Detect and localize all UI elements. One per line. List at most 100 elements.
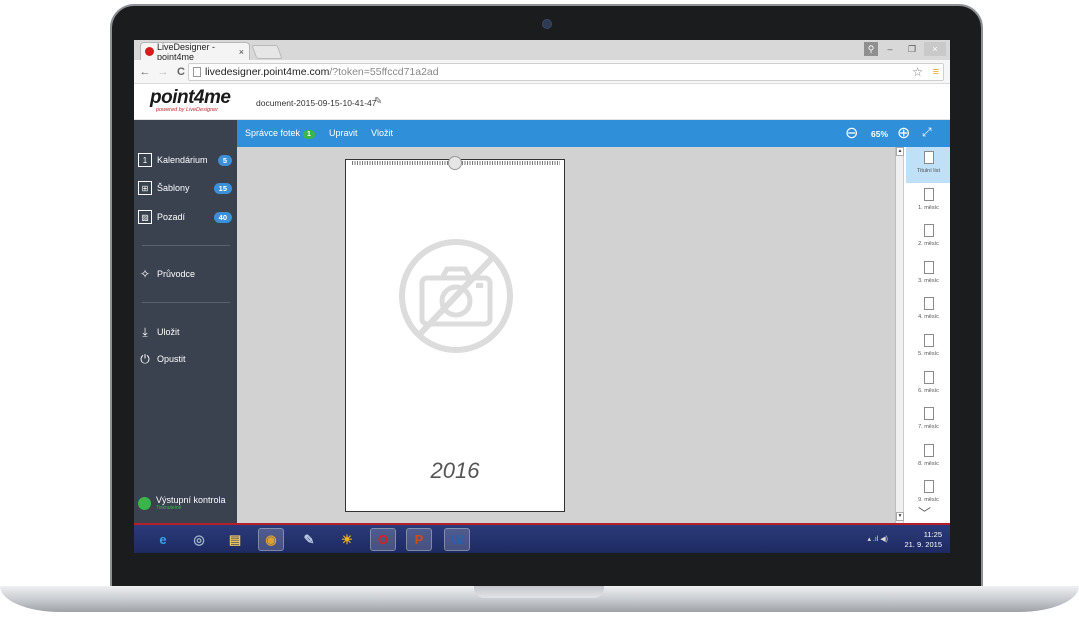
- zoom-in-icon[interactable]: ⊕: [897, 123, 910, 143]
- url-path: /?token=55ffccd71a2ad: [329, 66, 439, 78]
- user-icon[interactable]: ⚲: [864, 42, 878, 56]
- thumbnail-month-2[interactable]: 2. měsíc: [906, 220, 950, 256]
- taskbar: e ◎ ▤ ◉ ✎ ☀ O P W ▴ .ıl ◀) 11:25 21. 9. …: [134, 523, 950, 553]
- thumbnail-label: Titulní list: [916, 168, 941, 174]
- chrome-icon[interactable]: ◉: [258, 528, 284, 551]
- edit-menu-button[interactable]: Upravit: [329, 128, 358, 138]
- thumbnail-month-6[interactable]: 6. měsíc: [906, 367, 950, 403]
- thumbnail-label: 8. měsíc: [918, 461, 939, 467]
- page-icon: [923, 188, 934, 201]
- clock[interactable]: 11:25 21. 9. 2015: [904, 530, 942, 550]
- sidebar: 1 Kalendárium 5 ⊞ Šablony 15 ▨ Pozadí 40…: [134, 120, 237, 523]
- thumbnail-label: 5. měsíc: [918, 351, 939, 357]
- page-icon: [923, 371, 934, 384]
- hanger-icon: [448, 156, 462, 170]
- address-bar[interactable]: livedesigner.point4me.com /?token=55ffcc…: [188, 63, 944, 81]
- bookmark-star-icon[interactable]: ☆: [912, 65, 923, 79]
- sidebar-divider: [142, 302, 230, 303]
- paint-icon[interactable]: ✎: [296, 528, 322, 551]
- page-icon: [193, 67, 201, 77]
- browser-toolbar: ← → C livedesigner.point4me.com /?token=…: [134, 60, 950, 84]
- thumbnail-label: 7. měsíc: [918, 424, 939, 430]
- calendar-year[interactable]: 2016: [346, 458, 564, 484]
- scroll-up-icon[interactable]: ▲: [896, 147, 904, 156]
- document-name[interactable]: document-2015-09-15-10-41-47: [256, 98, 377, 108]
- page-icon: [923, 151, 934, 164]
- thumbnail-month-5[interactable]: 5. měsíc: [906, 330, 950, 366]
- system-tray-icons[interactable]: ▴ .ıl ◀): [867, 535, 888, 543]
- thumbnail-month-4[interactable]: 4. měsíc: [906, 293, 950, 329]
- sidebar-item-sablony[interactable]: ⊞ Šablony 15: [138, 179, 234, 197]
- browser-tabstrip: LiveDesigner - point4me × ⚲ – ❐ ×: [134, 40, 950, 62]
- back-button[interactable]: ←: [138, 66, 152, 78]
- insert-menu-button[interactable]: Vložit: [371, 128, 393, 138]
- webcam-icon: [543, 20, 551, 28]
- sidebar-item-label: Kalendárium: [157, 155, 208, 165]
- thumbnail-label: 3. měsíc: [918, 278, 939, 284]
- disk-icon[interactable]: ◎: [186, 528, 212, 551]
- thumbnail-month-7[interactable]: 7. měsíc: [906, 403, 950, 439]
- close-window-button[interactable]: ×: [924, 42, 946, 56]
- browser-menu-icon[interactable]: ≡: [933, 66, 939, 78]
- opera-icon[interactable]: O: [370, 528, 396, 551]
- powerpoint-icon[interactable]: P: [406, 528, 432, 551]
- tab-close-icon[interactable]: ×: [239, 47, 244, 57]
- calendar-icon: 1: [138, 153, 152, 167]
- chevron-down-icon[interactable]: ﹀: [918, 503, 931, 522]
- browser-tab[interactable]: LiveDesigner - point4me ×: [140, 42, 250, 62]
- minimize-button[interactable]: –: [880, 42, 900, 56]
- screen: LiveDesigner - point4me × ⚲ – ❐ × ← → C …: [134, 40, 950, 553]
- sidebar-item-pozadi[interactable]: ▨ Pozadí 40: [138, 208, 234, 226]
- zoom-level: 65%: [871, 129, 889, 139]
- no-photo-placeholder-icon[interactable]: [398, 238, 514, 354]
- thumbnail-month-9[interactable]: 9. měsíc: [906, 476, 950, 504]
- logo-subtitle: powered by LiveDesigner: [156, 107, 219, 113]
- page-icon: [923, 224, 934, 237]
- ie-icon[interactable]: e: [150, 528, 176, 551]
- photo-manager-button[interactable]: Správce fotek 1: [245, 128, 315, 139]
- edit-name-icon[interactable]: ✎: [374, 96, 382, 107]
- sidebar-item-opustit[interactable]: ⏻ Opustit: [138, 350, 234, 368]
- thumbnail-label: 2. měsíc: [918, 241, 939, 247]
- folder-icon[interactable]: ▤: [222, 528, 248, 551]
- sidebar-item-label: Pozadí: [157, 212, 186, 222]
- word-icon[interactable]: W: [444, 528, 470, 551]
- scrollbar[interactable]: [896, 147, 904, 523]
- clock-time: 11:25: [923, 530, 942, 539]
- count-badge: 5: [217, 154, 232, 166]
- zoom-out-icon[interactable]: ⊖: [845, 123, 858, 143]
- sidebar-item-ulozit[interactable]: ⤓ Uložit: [138, 323, 234, 341]
- sidebar-item-pruvodce[interactable]: ✧ Průvodce: [138, 265, 234, 283]
- page-icon: [923, 480, 934, 493]
- output-check[interactable]: Výstupní kontrola Tisknutelné: [138, 493, 238, 513]
- reload-button[interactable]: C: [174, 66, 188, 78]
- design-canvas: 2016: [237, 147, 895, 523]
- logo: point4me: [150, 87, 231, 108]
- new-tab-button[interactable]: [251, 45, 283, 59]
- page-icon: [923, 334, 934, 347]
- power-icon: ⏻: [140, 351, 150, 366]
- count-badge: 15: [213, 182, 232, 194]
- thumbnail-month-1[interactable]: 1. měsíc: [906, 184, 950, 220]
- calendar-page[interactable]: 2016: [345, 156, 565, 512]
- clock-date: 21. 9. 2015: [904, 540, 942, 549]
- thumbnail-month-8[interactable]: 8. měsíc: [906, 440, 950, 476]
- wand-icon: ✧: [139, 267, 151, 281]
- laptop-notch: [474, 586, 604, 598]
- editor-toolbar: Správce fotek 1 Upravit Vložit ⊖ 65% ⊕ ⤢: [237, 120, 950, 147]
- thumbnail-label: 4. měsíc: [918, 314, 939, 320]
- output-check-title: Výstupní kontrola: [156, 494, 226, 505]
- thumbnail-title-page[interactable]: Titulní list: [906, 147, 950, 183]
- restore-button[interactable]: ❐: [902, 42, 922, 56]
- output-check-status: Tisknutelné: [156, 504, 182, 511]
- fullscreen-icon[interactable]: ⤢: [922, 125, 932, 140]
- save-icon: ⤓: [142, 324, 148, 339]
- sidebar-item-kalendarium[interactable]: 1 Kalendárium 5: [138, 151, 234, 169]
- thumbnail-month-3[interactable]: 3. měsíc: [906, 257, 950, 293]
- page-icon: [923, 407, 934, 420]
- forward-button[interactable]: →: [156, 66, 170, 78]
- window-controls: ⚲ – ❐ ×: [864, 40, 950, 58]
- scroll-down-icon[interactable]: ▼: [896, 512, 904, 521]
- sun-icon[interactable]: ☀: [334, 528, 360, 551]
- page-icon: [923, 297, 934, 310]
